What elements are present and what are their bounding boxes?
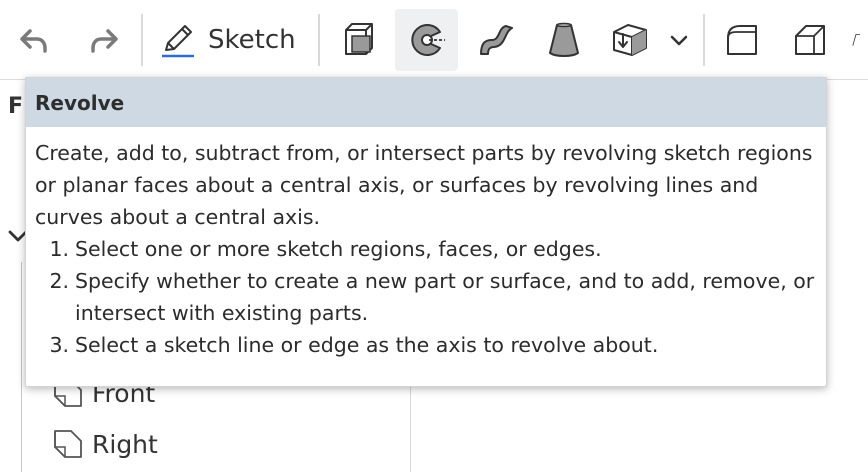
tree-item-right-plane[interactable]: Right: [52, 426, 158, 462]
redo-icon: [91, 29, 118, 53]
tooltip-step: 1. Select one or more sketch regions, fa…: [35, 233, 817, 265]
loft-button[interactable]: [538, 9, 590, 71]
fillet-icon: [727, 25, 757, 55]
tooltip-steps: 1. Select one or more sketch regions, fa…: [35, 233, 817, 361]
tooltip-title: Revolve: [26, 78, 826, 127]
revolve-button[interactable]: [395, 9, 458, 71]
sweep-icon: [480, 25, 513, 55]
draft-icon: [852, 34, 860, 46]
fillet-button[interactable]: [716, 9, 768, 71]
step-number: 3.: [49, 333, 69, 357]
plane-icon: [54, 430, 82, 458]
undo-icon: [20, 29, 47, 53]
tooltip-step: 2. Specify whether to create a new part …: [35, 265, 817, 329]
tooltip-description: Create, add to, subtract from, or inters…: [35, 141, 813, 229]
toolbar: Sketch: [0, 0, 868, 80]
step-number: 2.: [49, 269, 69, 293]
tooltip-step: 3. Select a sketch line or edge as the a…: [35, 329, 817, 361]
sketch-button[interactable]: Sketch: [158, 9, 300, 71]
revolve-tooltip: Revolve Create, add to, subtract from, o…: [25, 77, 827, 387]
step-text: Select a sketch line or edge as the axis…: [75, 333, 659, 357]
extrude-icon: [345, 23, 373, 55]
pencil-icon: [162, 25, 194, 58]
step-text: Specify whether to create a new part or …: [75, 269, 815, 325]
sweep-button[interactable]: [470, 9, 522, 71]
extrude-button[interactable]: [332, 9, 384, 71]
toolbar-separator: [703, 14, 705, 66]
toolbar-separator: [141, 14, 143, 66]
step-text: Select one or more sketch regions, faces…: [75, 237, 602, 261]
tooltip-body: Create, add to, subtract from, or inters…: [26, 127, 826, 361]
chamfer-icon: [795, 25, 825, 55]
sketch-label: Sketch: [208, 25, 296, 55]
step-number: 1.: [49, 237, 69, 261]
tree-item-label: Right: [92, 429, 158, 459]
redo-button[interactable]: [78, 9, 130, 71]
draft-button[interactable]: [852, 9, 868, 71]
thicken-icon: [613, 24, 647, 56]
toolbar-separator: [318, 14, 320, 66]
tree-guide-line: [21, 262, 22, 472]
chevron-down-icon: [670, 35, 688, 46]
undo-button[interactable]: [8, 9, 60, 71]
thicken-button[interactable]: [604, 9, 656, 71]
chamfer-button[interactable]: [784, 9, 836, 71]
loft-icon: [549, 22, 579, 57]
more-features-dropdown[interactable]: [664, 9, 694, 71]
revolve-icon: [410, 24, 445, 56]
